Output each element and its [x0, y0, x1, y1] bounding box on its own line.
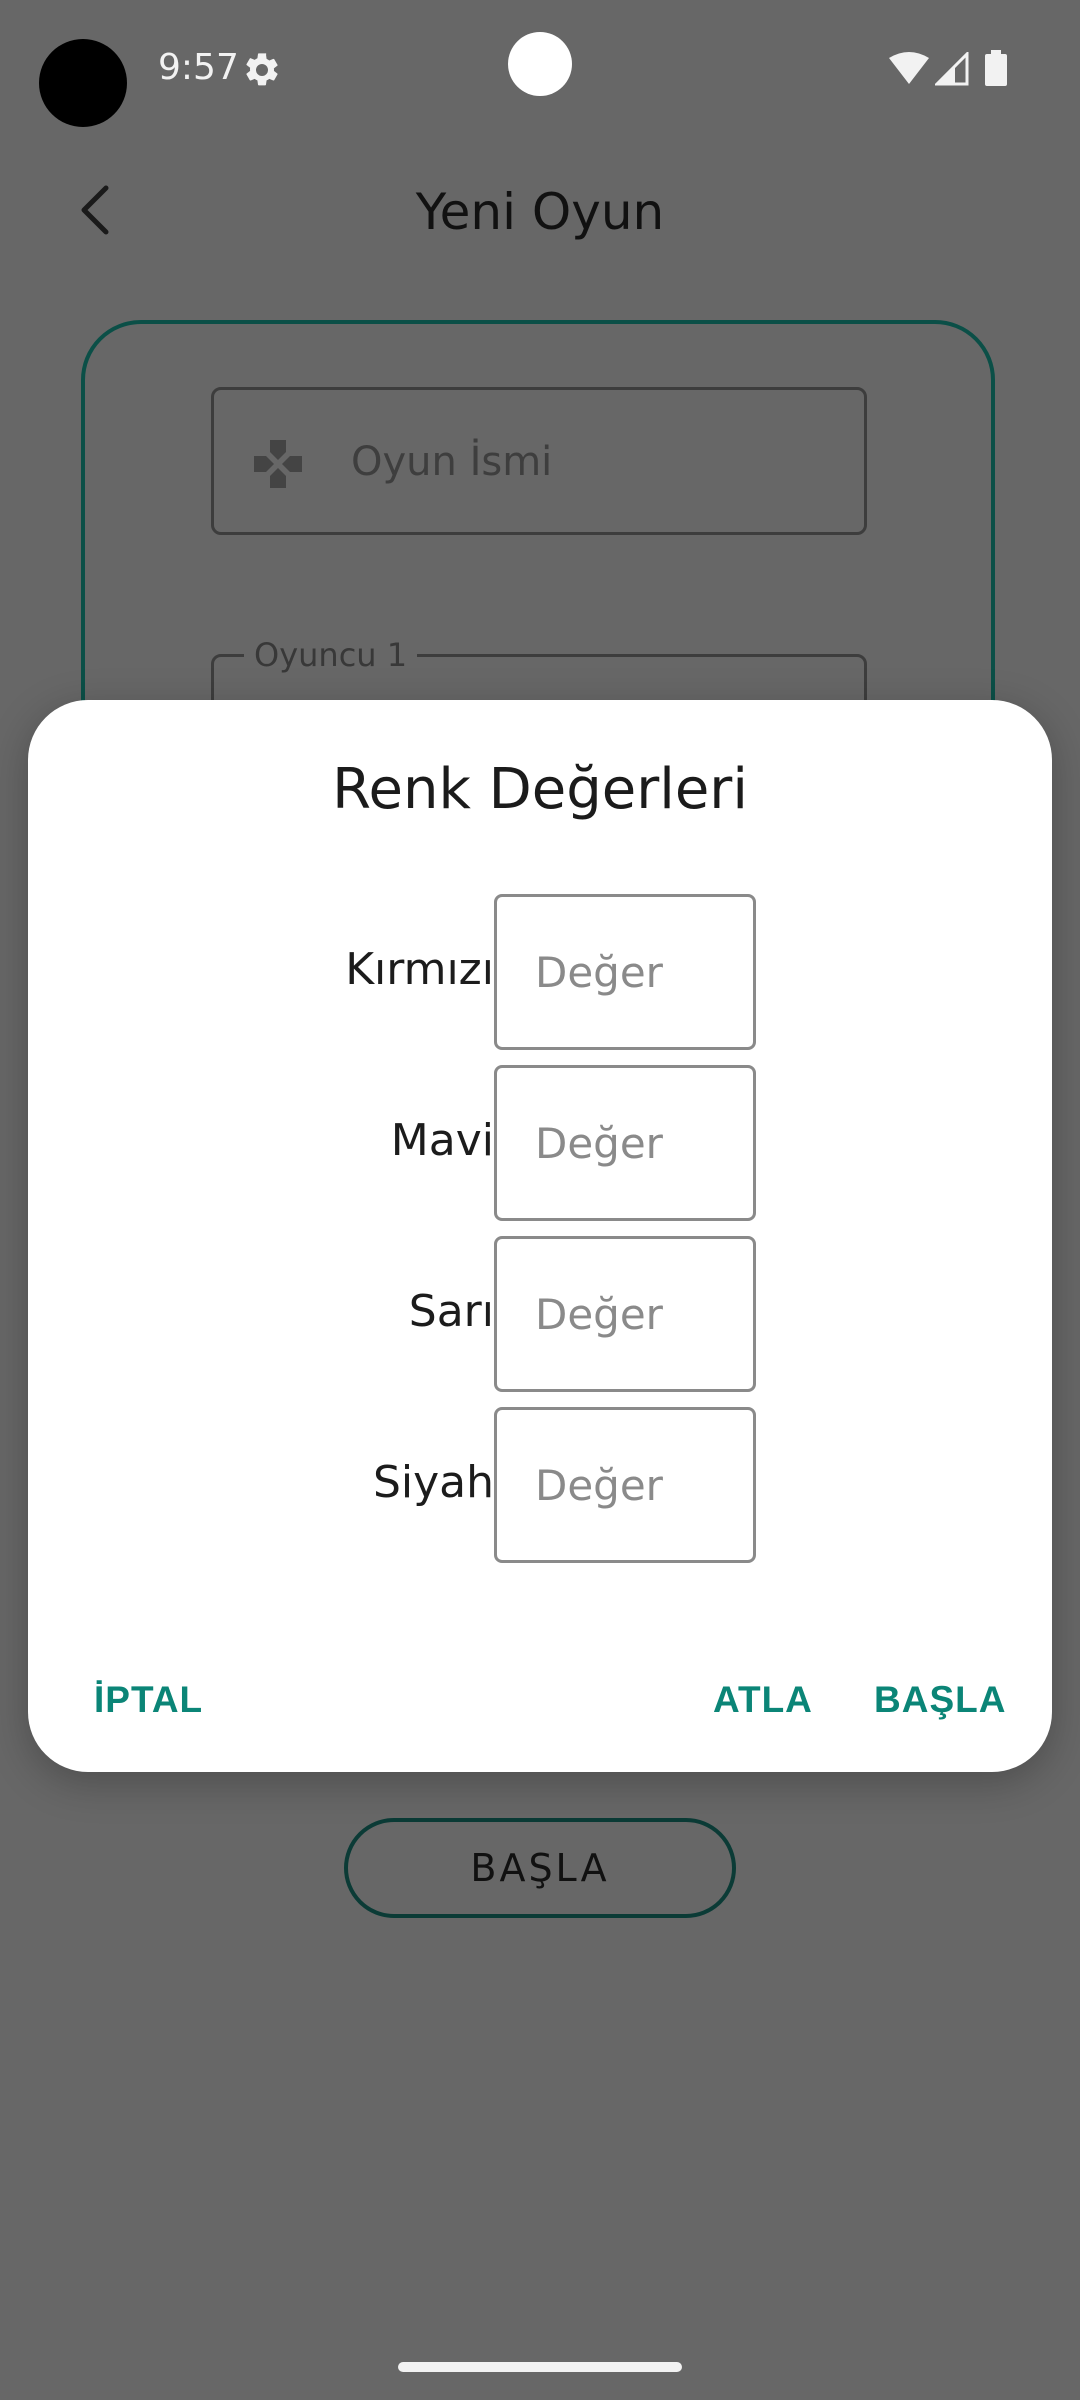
battery-icon: [985, 50, 1007, 86]
gamepad-icon: [254, 440, 302, 488]
yellow-value-input[interactable]: [494, 1236, 756, 1392]
game-name-placeholder: Oyun İsmi: [351, 439, 553, 485]
signal-icon: [935, 52, 969, 86]
front-camera: [508, 32, 572, 96]
start-button[interactable]: BAŞLA: [344, 1818, 736, 1918]
camera-dot: [39, 39, 127, 127]
blue-value-input[interactable]: [494, 1065, 756, 1221]
skip-button[interactable]: ATLA: [713, 1660, 813, 1740]
color-row-red: Kırmızı: [28, 894, 1052, 1050]
yellow-label: Sarı: [408, 1286, 494, 1337]
game-name-field[interactable]: Oyun İsmi: [211, 387, 867, 535]
color-row-black: Siyah: [28, 1407, 1052, 1563]
red-label: Kırmızı: [345, 944, 494, 995]
status-time: 9:57: [158, 47, 239, 88]
settings-icon: [246, 53, 278, 86]
dialog-start-button[interactable]: BAŞLA: [874, 1660, 1006, 1740]
red-value-input[interactable]: [494, 894, 756, 1050]
chevron-left-icon: [81, 185, 109, 235]
color-row-blue: Mavi: [28, 1065, 1052, 1221]
black-label: Siyah: [372, 1457, 494, 1508]
wifi-icon: [889, 52, 929, 84]
page-title: Yeni Oyun: [415, 183, 665, 241]
player1-label: Oyuncu 1: [244, 635, 418, 675]
dialog-title: Renk Değerleri: [332, 757, 748, 822]
blue-label: Mavi: [390, 1115, 494, 1166]
gesture-nav-handle[interactable]: [398, 2362, 682, 2372]
back-button[interactable]: [60, 170, 132, 250]
color-values-dialog: Renk Değerleri Kırmızı Mavi Sarı Siyah İ…: [28, 700, 1052, 1772]
color-row-yellow: Sarı: [28, 1236, 1052, 1392]
cancel-button[interactable]: İPTAL: [94, 1660, 203, 1740]
black-value-input[interactable]: [494, 1407, 756, 1563]
status-bar: 9:57: [0, 0, 1080, 136]
